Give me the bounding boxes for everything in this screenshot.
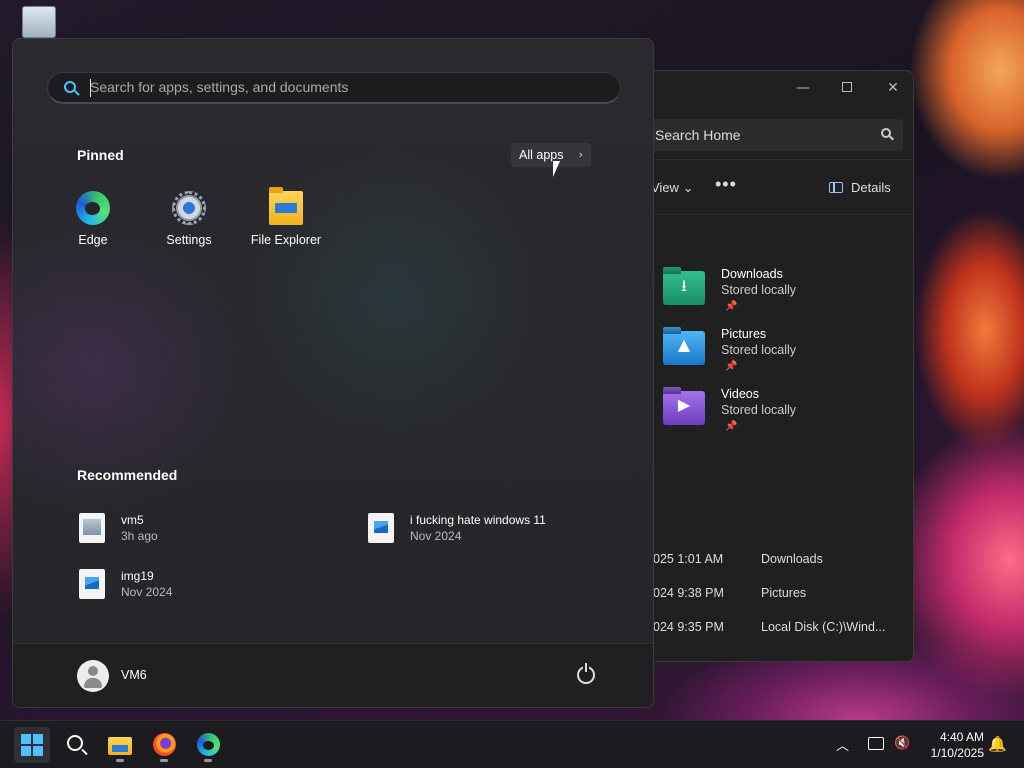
quick-access-videos[interactable]: ▶ Videos Stored locally 📌 [663, 387, 903, 445]
quick-access-pictures[interactable]: ▲ Pictures Stored locally 📌 [663, 327, 903, 385]
search-icon [64, 81, 76, 93]
taskbar-edge[interactable] [190, 727, 226, 763]
recycle-bin-icon[interactable] [20, 6, 58, 40]
recommended-time: Nov 2024 [410, 529, 462, 543]
image-file-icon [79, 569, 105, 599]
recommended-name: i fucking hate windows 11 [410, 513, 546, 527]
quick-access-status: Stored locally [721, 403, 797, 417]
running-indicator [160, 759, 168, 762]
recommended-item[interactable]: i fucking hate windows 11 Nov 2024 [368, 513, 628, 549]
details-pane-icon [829, 182, 843, 193]
quick-access-status: Stored locally [721, 343, 797, 357]
taskbar-search-button[interactable] [58, 727, 94, 763]
pinned-heading: Pinned [77, 147, 124, 163]
mountain-glyph: ▲ [677, 335, 691, 354]
quick-access-name: Pictures [721, 327, 767, 341]
running-indicator [116, 759, 124, 762]
explorer-search-input[interactable]: Search Home [641, 119, 903, 151]
user-avatar[interactable] [77, 660, 109, 692]
image-file-icon [368, 513, 394, 543]
running-indicator [204, 759, 212, 762]
recommended-heading: Recommended [77, 467, 178, 483]
recommended-time: 3h ago [121, 529, 158, 543]
details-label: Details [851, 180, 891, 195]
quick-access-downloads[interactable]: ⭳ Downloads Stored locally 📌 [663, 267, 903, 325]
quick-access-name: Videos [721, 387, 759, 401]
chevron-right-icon: › [578, 148, 583, 161]
pinned-app-label: Settings [166, 233, 212, 247]
quick-access-name: Downloads [721, 267, 783, 281]
network-icon[interactable] [868, 737, 884, 750]
recent-date: 025 1:01 AM [653, 552, 724, 566]
recommended-item[interactable]: img19 Nov 2024 [79, 569, 339, 605]
vm-file-icon [79, 513, 105, 543]
pinned-app-edge[interactable]: Edge [45, 191, 141, 251]
taskbar: ︿ 🔇 4:40 AM 1/10/2025 🔔 [0, 720, 1024, 768]
start-button[interactable] [14, 727, 50, 763]
recommended-time: Nov 2024 [121, 585, 173, 599]
notification-bell-icon[interactable]: 🔔 [988, 735, 1007, 768]
taskbar-file-explorer[interactable] [102, 727, 138, 763]
pinned-app-label: Edge [78, 233, 108, 247]
pin-icon: 📌 [725, 361, 738, 372]
recent-location: Downloads [761, 552, 823, 566]
settings-gear-icon [172, 191, 206, 225]
recent-date: 024 9:35 PM [653, 620, 724, 634]
details-pane-button[interactable]: Details [829, 180, 891, 195]
play-glyph: ▶ [677, 395, 691, 414]
firefox-icon [153, 733, 176, 756]
view-label: View [651, 180, 679, 195]
clock-date: 1/10/2025 [930, 746, 984, 760]
pin-icon: 📌 [725, 421, 738, 432]
edge-icon [76, 191, 110, 225]
folder-icon [269, 187, 303, 225]
chevron-down-icon: ⌄ [682, 180, 694, 195]
text-caret [90, 79, 91, 97]
search-icon [881, 128, 891, 138]
clock-time: 4:40 AM [939, 730, 984, 744]
pinned-app-label: File Explorer [250, 233, 322, 247]
explorer-search-placeholder: Search Home [655, 127, 741, 143]
recommended-name: img19 [121, 569, 154, 583]
recent-date: 024 9:38 PM [653, 586, 724, 600]
recommended-name: vm5 [121, 513, 144, 527]
power-icon[interactable] [577, 663, 595, 684]
start-search-placeholder: Search for apps, settings, and documents [90, 79, 349, 95]
start-search-input[interactable]: Search for apps, settings, and documents [47, 72, 621, 104]
download-arrow-glyph: ⭳ [681, 276, 687, 295]
maximize-button[interactable] [833, 77, 861, 99]
pin-icon: 📌 [725, 301, 738, 312]
file-explorer-window: — ✕ Search Home View ⌄ ••• Details ⭳ Dow… [640, 70, 914, 662]
pinned-app-file-explorer[interactable]: File Explorer [238, 187, 334, 251]
recommended-item[interactable]: vm5 3h ago [79, 513, 339, 549]
close-button[interactable]: ✕ [879, 77, 907, 99]
start-footer: VM6 [13, 643, 653, 707]
view-menu-button[interactable]: View ⌄ [651, 180, 693, 196]
more-options-button[interactable]: ••• [715, 174, 737, 195]
explorer-titlebar[interactable]: — ✕ [641, 71, 913, 105]
recent-location: Pictures [761, 586, 807, 600]
recent-file-row[interactable]: 024 9:38 PM Pictures [653, 586, 913, 606]
windows-logo-icon [21, 734, 43, 756]
volume-muted-icon[interactable]: 🔇 [894, 736, 910, 768]
explorer-toolbar: View ⌄ ••• Details [641, 159, 913, 215]
folder-icon [108, 737, 132, 755]
quick-access-status: Stored locally [721, 283, 797, 297]
mouse-cursor-icon [553, 161, 560, 177]
pinned-app-settings[interactable]: Settings [141, 191, 237, 251]
recent-location: Local Disk (C:)\Wind... [761, 620, 886, 634]
taskbar-firefox[interactable] [146, 727, 182, 763]
minimize-button[interactable]: — [789, 77, 817, 99]
all-apps-button[interactable]: All apps › [511, 143, 591, 167]
edge-icon [197, 733, 220, 756]
start-menu: Search for apps, settings, and documents… [12, 38, 654, 708]
recent-file-row[interactable]: 024 9:35 PM Local Disk (C:)\Wind... [653, 620, 913, 640]
system-clock[interactable]: 4:40 AM 1/10/2025 [912, 729, 984, 761]
recent-file-row[interactable]: 025 1:01 AM Downloads [653, 552, 913, 572]
search-icon [67, 735, 83, 751]
show-hidden-icons-chevron-icon[interactable]: ︿ [836, 735, 849, 768]
all-apps-label: All apps [519, 148, 564, 162]
user-name[interactable]: VM6 [121, 668, 147, 682]
maximize-icon [842, 82, 852, 92]
